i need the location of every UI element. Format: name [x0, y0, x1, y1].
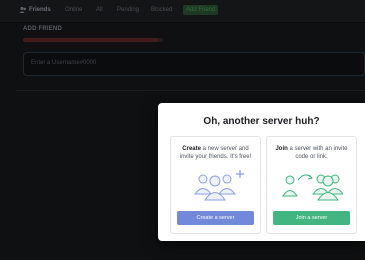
tab-blocked[interactable]: Blocked — [151, 6, 172, 14]
tab-all[interactable]: All — [96, 6, 103, 14]
divider — [16, 90, 365, 91]
tab-pending[interactable]: Pending — [117, 6, 139, 14]
create-keyword: Create — [182, 146, 201, 152]
add-friend-input[interactable]: Enter a Username#0000 — [23, 52, 365, 76]
join-server-button[interactable]: Join a server — [273, 211, 350, 225]
create-server-button[interactable]: Create a server — [177, 211, 254, 225]
create-server-illustration — [194, 170, 244, 201]
modal-title: Oh, another server huh? — [203, 116, 320, 127]
top-bar: Friends Online All Pending Blocked Add F… — [0, 0, 365, 23]
friends-icon — [19, 6, 26, 13]
join-server-illustration — [282, 174, 343, 201]
add-friend-hint — [23, 38, 163, 42]
join-server-description: Join a server with an invite code or lin… — [272, 145, 351, 161]
add-friend-input-placeholder: Enter a Username#0000 — [31, 60, 97, 66]
hint-text-bar — [23, 38, 158, 42]
create-server-card: Create a new server and invite your frie… — [170, 136, 261, 234]
tab-online[interactable]: Online — [65, 6, 82, 14]
add-friend-heading: ADD FRIEND — [23, 26, 62, 32]
tab-friends[interactable]: Friends — [29, 6, 51, 14]
plus-icon — [236, 170, 244, 178]
create-server-description: Create a new server and invite your frie… — [176, 145, 255, 161]
join-server-card: Join a server with an invite code or lin… — [266, 136, 357, 234]
tab-add-friend[interactable]: Add Friend — [183, 5, 219, 15]
create-or-join-modal: Oh, another server huh? Create a new ser… — [158, 103, 365, 241]
join-keyword: Join — [275, 146, 288, 152]
join-desc-rest: a server with an invite code or link. — [287, 146, 348, 160]
